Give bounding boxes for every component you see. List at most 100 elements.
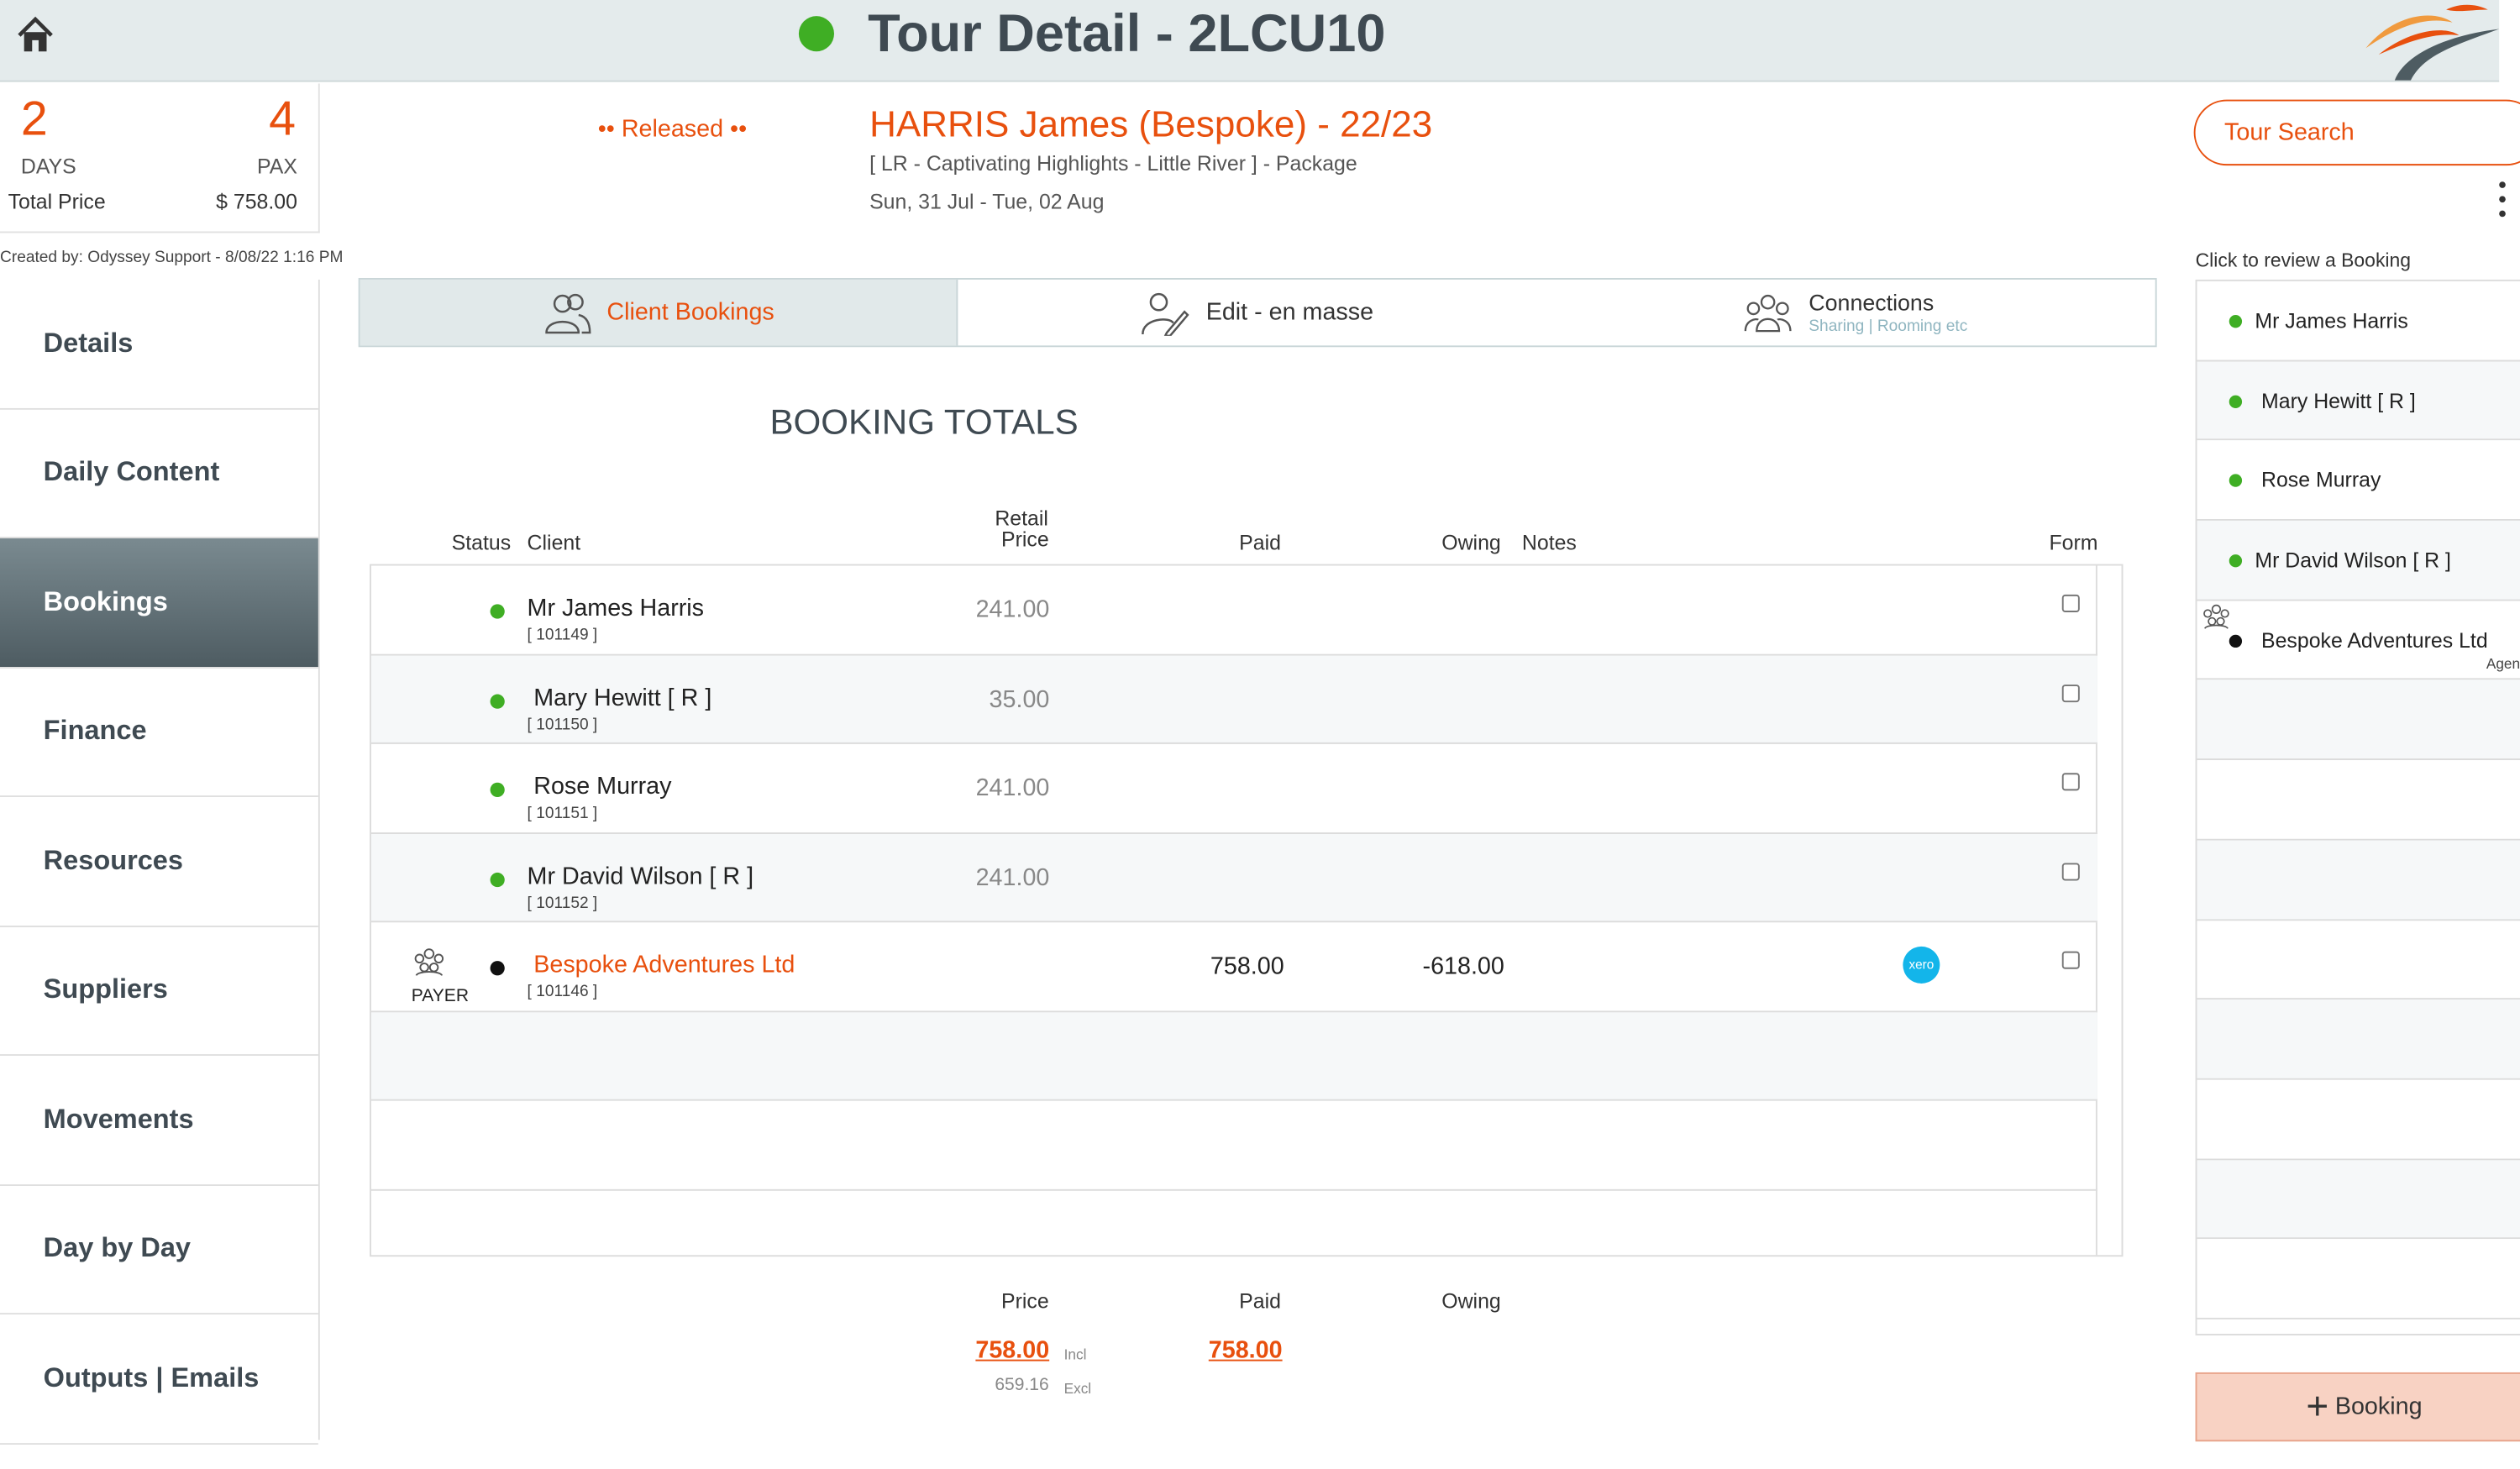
bookings-table: Mr James Harris [ 101149 ] 241.00 Mary H… <box>370 564 2124 1257</box>
tab-connections-label: Connections <box>1809 289 1935 316</box>
list-item-empty <box>2197 680 2520 761</box>
client-name[interactable]: Bespoke Adventures Ltd <box>533 952 795 979</box>
total-price-value: $ 758.00 <box>216 189 297 214</box>
review-booking-list: Mr James Harris Mary Hewitt [ R ] Rose M… <box>2195 279 2520 1335</box>
more-options-icon[interactable] <box>2496 181 2508 223</box>
list-item[interactable]: Mr David Wilson [ R ] <box>2197 521 2520 601</box>
th-owing: Owing <box>1441 530 1501 555</box>
sidebar-item-details[interactable]: Details <box>0 279 318 409</box>
owing-amount: -618.00 <box>1422 952 1504 981</box>
retail-price: 35.00 <box>989 685 1050 713</box>
odyssey-logo <box>2365 4 2500 81</box>
status-dot <box>2229 475 2243 488</box>
sidebar-item-outputs-emails[interactable]: Outputs | Emails <box>0 1314 318 1445</box>
table-row-empty <box>370 1011 2097 1101</box>
client-name: Mary Hewitt [ R ] <box>533 684 712 711</box>
days-count: 2 <box>20 92 48 147</box>
th-client: Client <box>527 530 581 555</box>
add-booking-label: Booking <box>2334 1393 2423 1421</box>
agent-label: Agent <box>2486 655 2520 672</box>
review-booking-label: Click to review a Booking <box>2195 249 2412 272</box>
retail-price: 241.00 <box>975 595 1050 624</box>
booking-name: Rose Murray <box>2261 468 2381 493</box>
th-notes: Notes <box>1521 530 1577 555</box>
tour-subtitle: [ LR - Captivating Highlights - Little R… <box>869 150 1357 176</box>
bookings-table-body: Mr James Harris [ 101149 ] 241.00 Mary H… <box>370 565 2097 1256</box>
form-checkbox[interactable] <box>2061 773 2080 791</box>
list-item[interactable]: Mary Hewitt [ R ] <box>2197 360 2520 441</box>
form-checkbox[interactable] <box>2061 594 2080 612</box>
client-id: [ 101151 ] <box>527 805 598 823</box>
totals-price-excl: 659.16 <box>995 1375 1049 1395</box>
pax-count: 4 <box>269 92 297 147</box>
table-row[interactable]: PAYER Bespoke Adventures Ltd [ 101146 ] … <box>370 922 2097 1012</box>
pax-label: PAX <box>257 154 297 179</box>
th-form: Form <box>2049 530 2098 555</box>
list-item-empty <box>2197 999 2520 1080</box>
add-booking-button[interactable]: + Booking <box>2195 1372 2520 1442</box>
tour-status-dot <box>798 16 835 52</box>
client-id: [ 101146 ] <box>527 983 598 1001</box>
list-item-empty <box>2197 840 2520 921</box>
sidebar-item-finance[interactable]: Finance <box>0 667 318 797</box>
client-name: Rose Murray <box>533 773 672 800</box>
client-id: [ 101149 ] <box>527 627 598 645</box>
th-status: Status <box>451 530 512 555</box>
client-name: Mr David Wilson [ R ] <box>527 862 754 890</box>
booking-totals-title: BOOKING TOTALS <box>769 401 1079 443</box>
table-row[interactable]: Mr James Harris [ 101149 ] 241.00 <box>370 565 2097 655</box>
status-dot <box>490 871 505 887</box>
status-dot <box>490 693 505 708</box>
sidebar: Details Daily Content Bookings Finance R… <box>0 279 320 1445</box>
list-item[interactable]: Rose Murray <box>2197 440 2520 522</box>
list-item-empty <box>2197 1079 2520 1160</box>
retail-price: 241.00 <box>975 774 1050 802</box>
form-checkbox[interactable] <box>2061 951 2080 969</box>
th-price: Price <box>1000 527 1049 552</box>
client-id: [ 101152 ] <box>527 894 598 912</box>
sidebar-item-movements[interactable]: Movements <box>0 1056 318 1186</box>
clients-icon <box>544 292 591 333</box>
totals-price-incl[interactable]: 758.00 <box>975 1337 1049 1365</box>
payer-label: PAYER <box>411 986 470 1006</box>
table-row[interactable]: Mary Hewitt [ R ] [ 101150 ] 35.00 <box>370 654 2097 744</box>
client-name: Mr James Harris <box>527 594 705 622</box>
table-row[interactable]: Mr David Wilson [ R ] [ 101152 ] 241.00 <box>370 833 2097 923</box>
app-header: Tour Detail - 2LCU10 <box>0 0 2500 82</box>
sidebar-item-daily-content[interactable]: Daily Content <box>0 408 318 538</box>
list-item[interactable]: Mr James Harris <box>2197 281 2520 361</box>
tab-edit-en-masse[interactable]: Edit - en masse <box>958 280 1557 345</box>
list-item-empty <box>2197 1239 2520 1319</box>
sidebar-item-resources[interactable]: Resources <box>0 796 318 927</box>
table-row[interactable]: Rose Murray [ 101151 ] 241.00 <box>370 744 2097 834</box>
totals-paid-label: Paid <box>1239 1288 1281 1314</box>
tour-search-button[interactable]: Tour Search <box>2193 99 2520 166</box>
home-icon[interactable] <box>14 14 56 56</box>
status-dot <box>2229 554 2243 568</box>
client-id: [ 101150 ] <box>527 716 598 734</box>
tour-summary: 2 DAYS 4 PAX Total Price $ 758.00 <box>0 83 320 233</box>
tab-connections-sub: Sharing | Rooming etc <box>1809 317 1968 336</box>
xero-icon[interactable]: xero <box>1903 946 1940 984</box>
tour-dates: Sun, 31 Jul - Tue, 02 Aug <box>869 189 1105 214</box>
form-checkbox[interactable] <box>2061 684 2080 702</box>
created-by-text: Created by: Odyssey Support - 8/08/22 1:… <box>0 249 344 267</box>
status-dot <box>490 782 505 797</box>
tab-edit-en-masse-label: Edit - en masse <box>1205 298 1374 327</box>
sidebar-item-day-by-day[interactable]: Day by Day <box>0 1185 318 1315</box>
tab-connections[interactable]: Connections Sharing | Rooming etc <box>1557 280 2155 345</box>
paid-amount: 758.00 <box>1210 952 1284 981</box>
form-checkbox[interactable] <box>2061 862 2080 880</box>
sidebar-item-bookings[interactable]: Bookings <box>0 538 318 668</box>
retail-price: 241.00 <box>975 863 1050 891</box>
status-dot <box>2229 634 2243 648</box>
status-dot <box>490 961 505 976</box>
sidebar-item-suppliers[interactable]: Suppliers <box>0 926 318 1057</box>
total-price-label: Total Price <box>8 189 106 214</box>
list-item-empty <box>2197 920 2520 1000</box>
list-item[interactable]: Bespoke Adventures Ltd Agent <box>2197 601 2520 681</box>
tab-client-bookings[interactable]: Client Bookings <box>360 279 958 346</box>
booking-name: Mary Hewitt [ R ] <box>2261 388 2416 413</box>
connections-text: Connections Sharing | Rooming etc <box>1809 289 1967 335</box>
totals-paid-value[interactable]: 758.00 <box>1209 1337 1283 1365</box>
